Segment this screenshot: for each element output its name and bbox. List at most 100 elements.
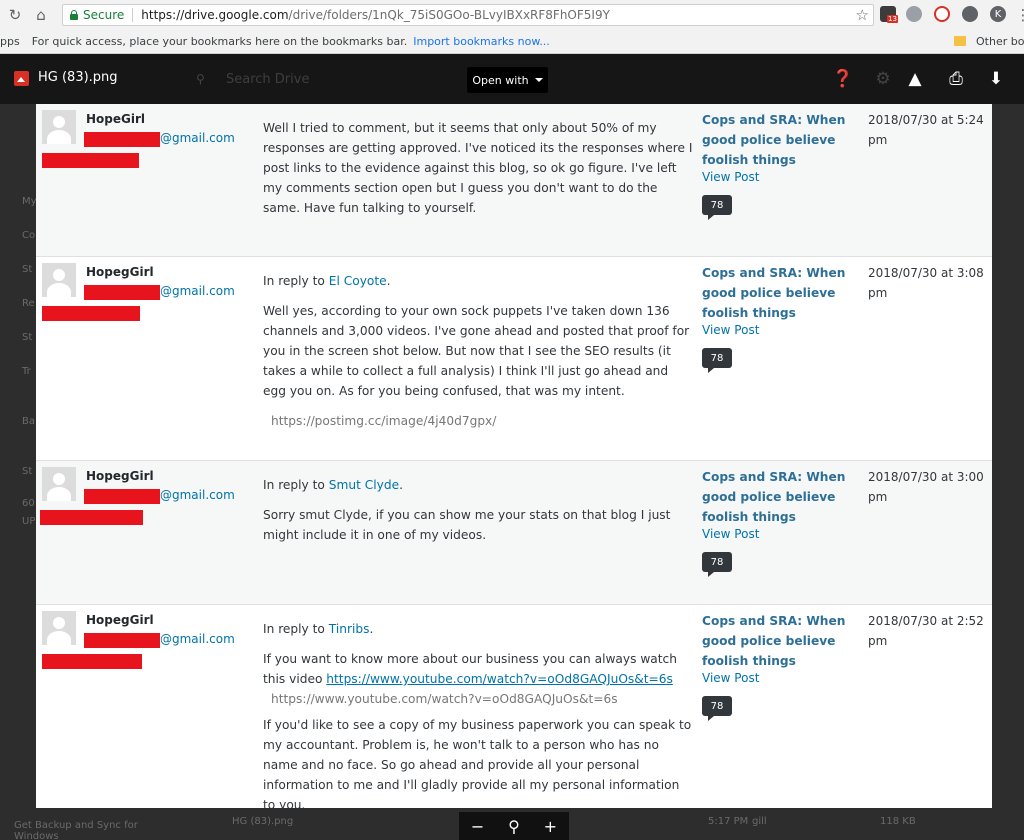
- sidebar-item: St: [22, 466, 33, 477]
- comment-author: HopeGirl: [86, 112, 146, 126]
- submitted-date: 2018/07/30 at 3:00 pm: [868, 470, 984, 504]
- open-with-button[interactable]: Open with: [467, 67, 548, 93]
- view-post-link[interactable]: View Post: [702, 323, 759, 337]
- redaction-bar: [42, 153, 139, 168]
- home-icon[interactable]: ⌂: [30, 4, 52, 26]
- reply-suffix: .: [369, 622, 374, 636]
- youtube-link[interactable]: https://www.youtube.com/watch?v=oOd8GAQJ…: [326, 672, 673, 686]
- comment-author: HopegGirl: [86, 613, 154, 627]
- comment-count-badge[interactable]: 78: [702, 348, 732, 373]
- redaction-bar: [40, 510, 143, 525]
- comment-text: In reply to El Coyote. Well yes, accordi…: [263, 271, 693, 441]
- block-extension-icon[interactable]: [934, 6, 950, 22]
- sidebar-item: Re: [22, 298, 35, 309]
- comment-row: HopegGirl @gmail.com In reply to Tinribs…: [36, 604, 992, 808]
- reply-line: In reply to El Coyote.: [263, 271, 693, 291]
- comment-paragraph: Well yes, according to your own sock pup…: [263, 304, 690, 398]
- bottom-file-name: HG (83).png: [232, 816, 294, 827]
- tracker-extension-icon[interactable]: [962, 6, 978, 22]
- download-icon[interactable]: ⬇: [985, 68, 1007, 90]
- chevron-down-icon: [534, 78, 543, 82]
- zoom-reset-icon[interactable]: ⚲: [508, 817, 520, 836]
- comment-row: HopeGirl @gmail.com Well I tried to comm…: [36, 104, 992, 256]
- view-post-link[interactable]: View Post: [702, 527, 759, 541]
- file-name: HG (83).png: [38, 70, 118, 85]
- extension-badge: 13: [887, 15, 898, 23]
- reply-prefix: In reply to: [263, 274, 329, 288]
- comment-paragraph: If you want to know more about our busin…: [263, 649, 693, 689]
- comment-paragraph: Well I tried to comment, but it seems th…: [263, 121, 693, 215]
- zoom-controls: − ⚲ +: [459, 812, 569, 840]
- redaction-bar: [42, 306, 140, 321]
- add-to-drive-icon[interactable]: ▲: [904, 68, 926, 90]
- view-post-link[interactable]: View Post: [702, 170, 759, 184]
- reply-suffix: .: [386, 274, 391, 288]
- comment-text: Well I tried to comment, but it seems th…: [263, 118, 693, 228]
- backup-promo: Get Backup and Sync for Windows: [14, 820, 138, 840]
- other-bookmarks[interactable]: Other boo: [976, 35, 1024, 48]
- gear-icon: ⚙: [875, 69, 891, 89]
- image-file-icon: [14, 71, 29, 86]
- comment-author: HopegGirl: [86, 469, 154, 483]
- avatar: [42, 263, 76, 297]
- drive-sidebar-dimmed: My Co St Re St Tr Ba St 60 UP: [0, 104, 37, 840]
- ghost-extension-icon[interactable]: [906, 6, 922, 22]
- reply-to-link[interactable]: Tinribs: [329, 622, 370, 636]
- post-title-link[interactable]: Cops and SRA: When good police believe f…: [702, 263, 847, 323]
- reply-suffix: .: [399, 478, 403, 492]
- apps-shortcut[interactable]: pps: [0, 35, 20, 48]
- redaction-bar: [84, 132, 160, 147]
- view-post-link[interactable]: View Post: [702, 671, 759, 685]
- sidebar-item: Tr: [22, 366, 31, 377]
- sidebar-item: 60: [22, 498, 35, 509]
- menu-dots-icon[interactable]: ⋮: [1012, 4, 1024, 26]
- sidebar-item: My: [22, 196, 37, 207]
- comment-paragraph: If you'd like to see a copy of my busine…: [263, 718, 692, 808]
- post-title-link[interactable]: Cops and SRA: When good police believe f…: [702, 611, 847, 671]
- post-title-link[interactable]: Cops and SRA: When good police believe f…: [702, 110, 847, 170]
- reply-line: In reply to Tinribs.: [263, 619, 693, 639]
- import-bookmarks-link[interactable]: Import bookmarks now...: [413, 35, 550, 48]
- address-bar[interactable]: Secure https://drive.google.com/drive/fo…: [62, 4, 874, 26]
- redaction-bar: [42, 654, 142, 669]
- zoom-in-icon[interactable]: +: [544, 817, 557, 836]
- secure-label: Secure: [83, 8, 125, 22]
- email-suffix: @gmail.com: [160, 632, 235, 646]
- bottom-file-time: 5:17 PM: [708, 816, 749, 827]
- viewer-header: HG (83).png ⚲ Search Drive Open with ❓ ⚙…: [0, 54, 1024, 104]
- email-suffix: @gmail.com: [160, 131, 235, 145]
- comment-text: In reply to Smut Clyde. Sorry smut Clyde…: [263, 475, 693, 555]
- embed-url: https://www.youtube.com/watch?v=oOd8GAQJ…: [271, 692, 618, 706]
- comment-row: HopegGirl @gmail.com In reply to El Coyo…: [36, 256, 992, 460]
- submitted-date: 2018/07/30 at 2:52 pm: [868, 614, 984, 648]
- print-icon[interactable]: ⎙: [945, 68, 967, 90]
- open-with-label: Open with: [472, 73, 529, 87]
- omnibox-separator: [132, 8, 134, 22]
- url-text[interactable]: https://drive.google.com/drive/folders/1…: [141, 8, 610, 22]
- zoom-out-icon[interactable]: −: [471, 817, 484, 836]
- avatar: [42, 110, 76, 144]
- reload-icon[interactable]: ↻: [4, 4, 26, 26]
- comment-count-badge[interactable]: 78: [702, 195, 732, 220]
- bookmark-star-icon[interactable]: ☆: [856, 6, 869, 24]
- email-suffix: @gmail.com: [160, 284, 235, 298]
- embed-url: https://postimg.cc/image/4j40d7gpx/: [271, 414, 497, 428]
- sidebar-item: Co: [22, 230, 36, 241]
- comment-count-badge[interactable]: 78: [702, 552, 732, 577]
- drive-right-dimmed: [992, 104, 1024, 840]
- comment-author: HopegGirl: [86, 265, 154, 279]
- profile-avatar[interactable]: K: [990, 6, 1006, 22]
- lock-icon: [69, 10, 79, 20]
- submitted-date: 2018/07/30 at 3:08 pm: [868, 266, 984, 300]
- reply-to-link[interactable]: El Coyote: [329, 274, 387, 288]
- reply-prefix: In reply to: [263, 478, 329, 492]
- comment-count-badge[interactable]: 78: [702, 696, 732, 721]
- reply-to-link[interactable]: Smut Clyde: [329, 478, 399, 492]
- search-icon: ⚲: [196, 72, 205, 86]
- bookmarks-bar: pps For quick access, place your bookmar…: [0, 30, 1024, 54]
- sidebar-item: St: [22, 332, 33, 343]
- post-title-link[interactable]: Cops and SRA: When good police believe f…: [702, 467, 847, 527]
- submitted-date: 2018/07/30 at 5:24 pm: [868, 113, 984, 147]
- email-suffix: @gmail.com: [160, 488, 235, 502]
- sidebar-item: UP: [22, 516, 36, 527]
